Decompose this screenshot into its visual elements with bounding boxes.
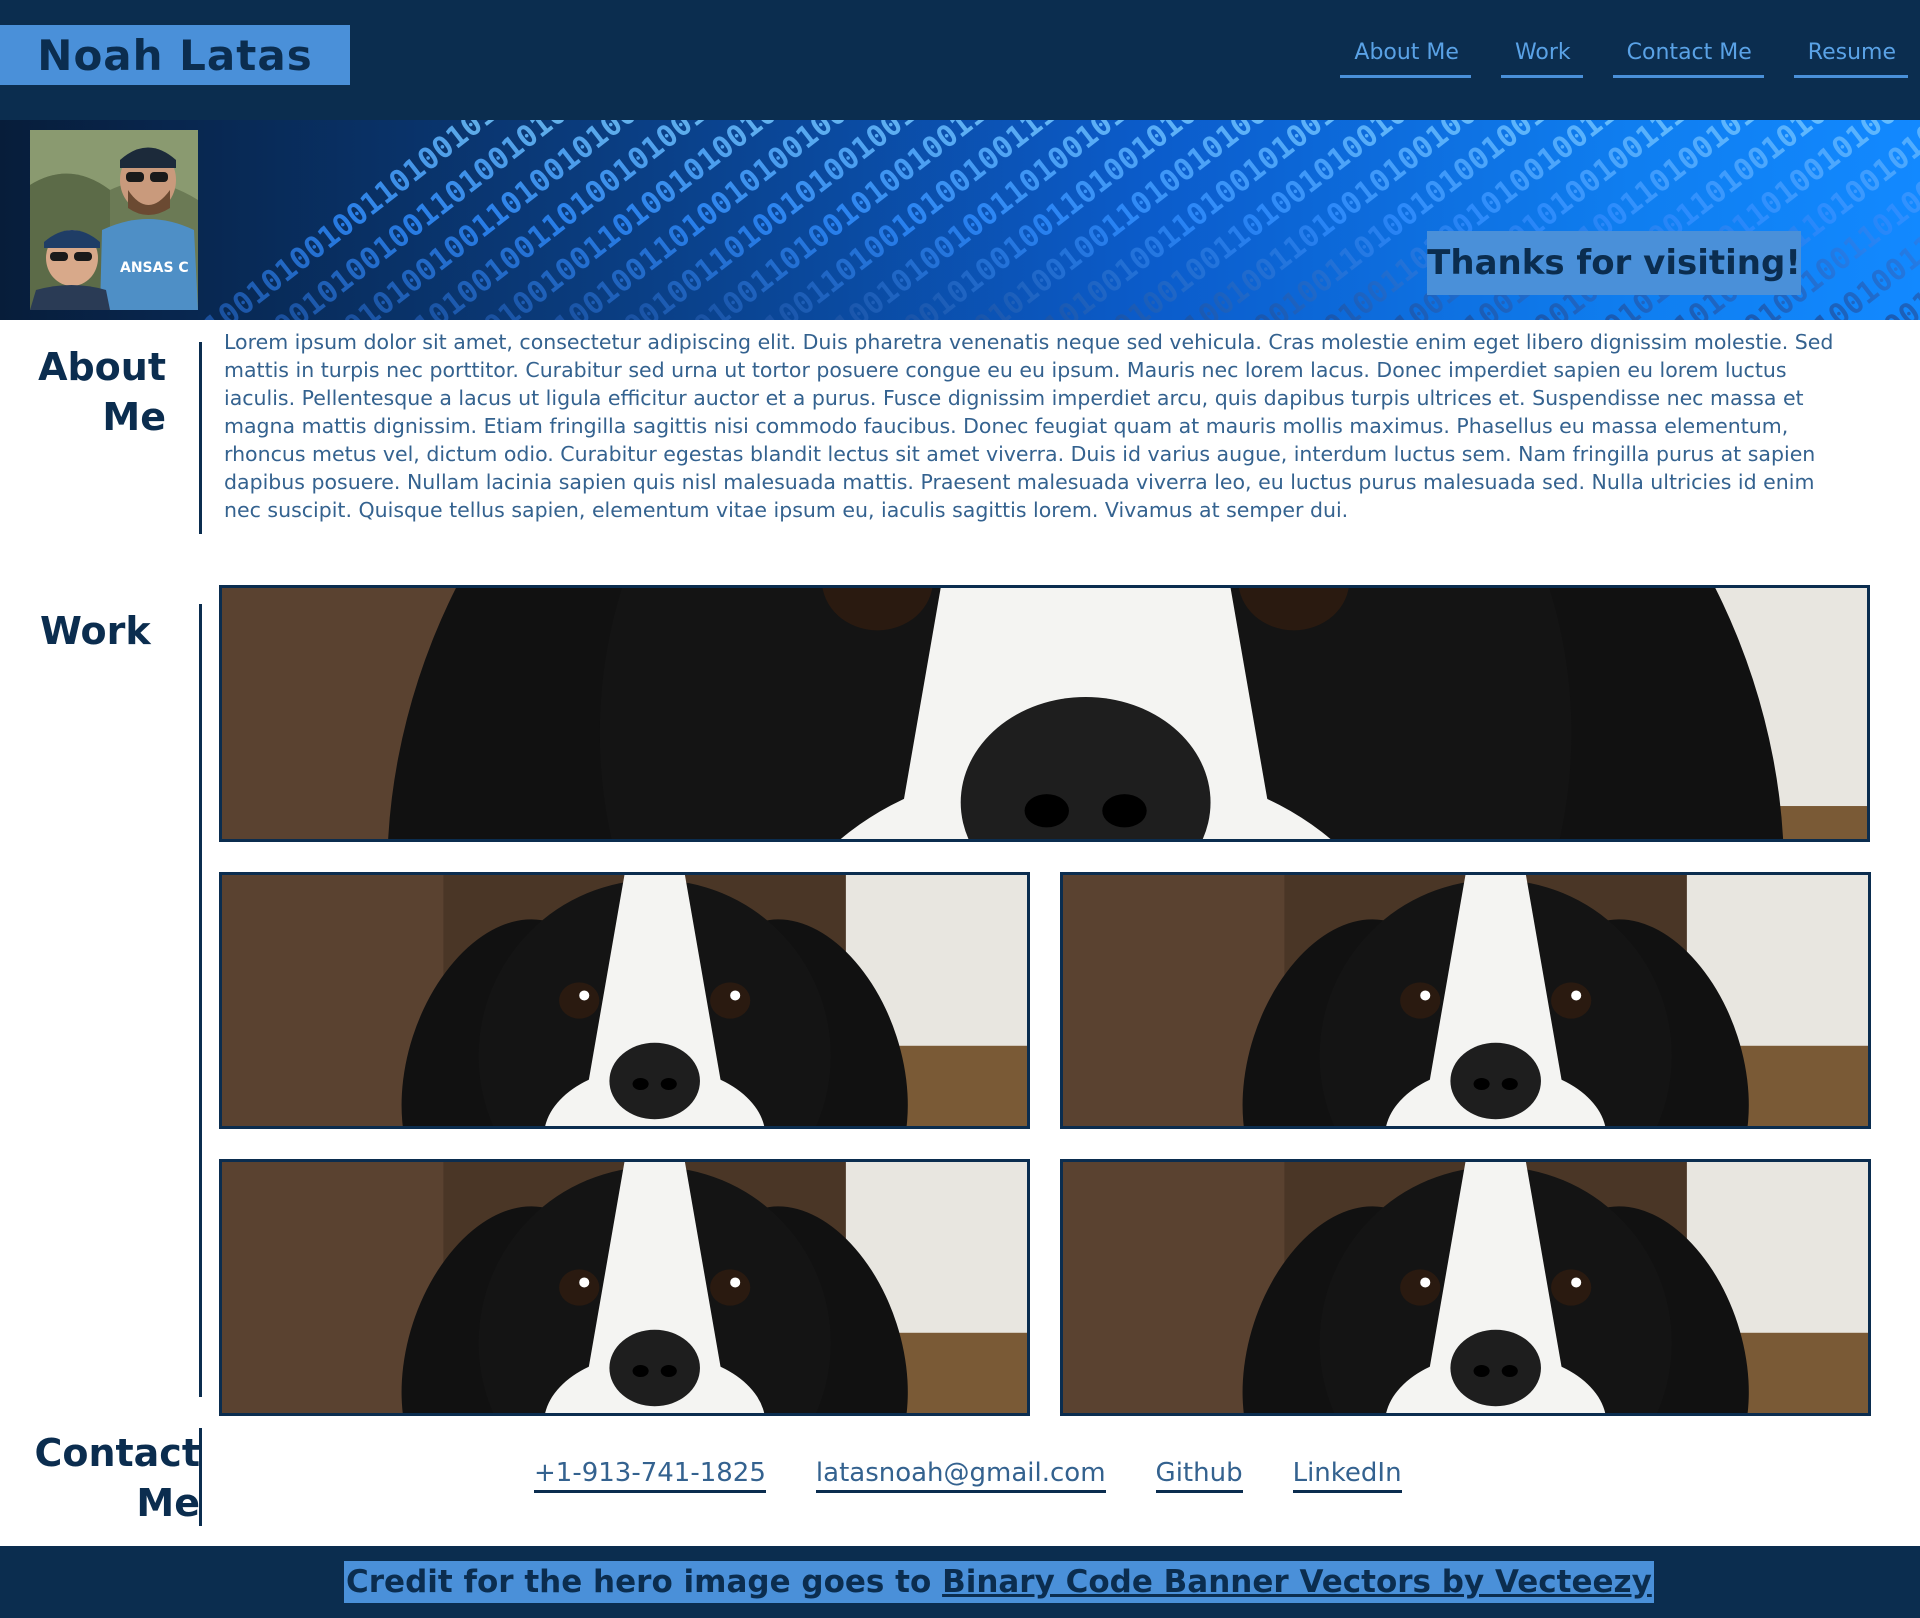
site-header: Noah Latas About Me Work Contact Me Resu… bbox=[0, 0, 1920, 120]
work-divider bbox=[199, 604, 202, 1397]
profile-photo: ANSAS C bbox=[30, 130, 198, 310]
nav-contact-me[interactable]: Contact Me bbox=[1612, 36, 1764, 78]
work-image-featured[interactable] bbox=[219, 585, 1870, 842]
hero-credit: Credit for the hero image goes to Binary… bbox=[344, 1561, 1654, 1603]
main-nav: About Me Work Contact Me Resume bbox=[1310, 36, 1908, 78]
nav-work[interactable]: Work bbox=[1500, 36, 1583, 78]
contact-links: +1-913-741-1825 latasnoah@gmail.com Gith… bbox=[534, 1458, 1452, 1493]
email-link[interactable]: latasnoah@gmail.com bbox=[815, 1458, 1106, 1493]
work-image-3[interactable] bbox=[219, 1159, 1030, 1416]
phone-link[interactable]: +1-913-741-1825 bbox=[534, 1458, 766, 1493]
work-image-2[interactable] bbox=[1060, 872, 1871, 1129]
site-footer: Credit for the hero image goes to Binary… bbox=[0, 1546, 1920, 1618]
hero-banner: 0100101001001101001010 100101001001101001… bbox=[0, 120, 1920, 320]
work-image-4[interactable] bbox=[1060, 1159, 1871, 1416]
nav-resume[interactable]: Resume bbox=[1793, 36, 1908, 78]
github-link[interactable]: Github bbox=[1155, 1458, 1243, 1493]
thanks-banner: Thanks for visiting! bbox=[1427, 231, 1801, 295]
site-brand[interactable]: Noah Latas bbox=[0, 25, 350, 85]
svg-text:ANSAS C: ANSAS C bbox=[120, 260, 189, 276]
about-text: Lorem ipsum dolor sit amet, consectetur … bbox=[224, 330, 1834, 522]
contact-title: Contact Me bbox=[34, 1431, 200, 1525]
about-divider bbox=[199, 342, 202, 534]
nav-about-me[interactable]: About Me bbox=[1340, 36, 1471, 78]
about-title: About Me bbox=[38, 345, 166, 439]
vecteezy-credit-link[interactable]: Binary Code Banner Vectors by Vecteezy bbox=[942, 1564, 1652, 1600]
contact-divider bbox=[199, 1428, 202, 1526]
linkedin-link[interactable]: LinkedIn bbox=[1292, 1458, 1402, 1493]
work-title: Work bbox=[40, 609, 151, 653]
work-image-1[interactable] bbox=[219, 872, 1030, 1129]
